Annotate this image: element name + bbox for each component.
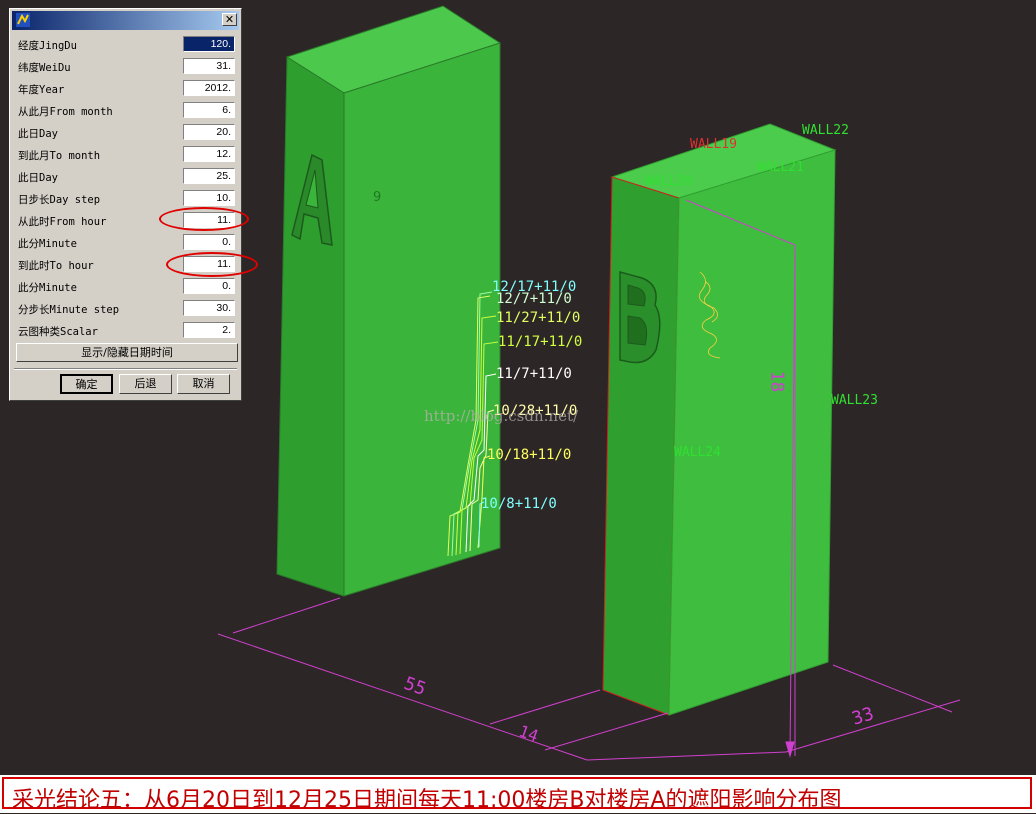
field-label: 此分Minute bbox=[18, 282, 77, 294]
caption-border: 采光结论五：从6月20日到12月25日期间每天11:00楼房B对楼房A的遮阳影响… bbox=[2, 777, 1032, 813]
cancel-button[interactable]: 取消 bbox=[177, 374, 230, 394]
field-label: 云图种类Scalar bbox=[18, 326, 98, 338]
day-step-input[interactable]: 10. bbox=[183, 190, 235, 206]
from-hour-highlight bbox=[159, 207, 249, 231]
field-label: 到此时To hour bbox=[18, 260, 94, 272]
field-label: 从此时From hour bbox=[18, 216, 107, 228]
to-day-input[interactable]: 25. bbox=[183, 168, 235, 184]
scalar-input[interactable]: 2. bbox=[183, 322, 235, 338]
latitude-input[interactable]: 31. bbox=[183, 58, 235, 74]
to-minute-input[interactable]: 0. bbox=[183, 278, 235, 294]
shadow-label: 11/27+11/0 bbox=[496, 310, 581, 326]
shadow-label: 10/18+11/0 bbox=[487, 447, 572, 463]
close-button[interactable]: ✕ bbox=[222, 13, 237, 26]
caption-text: 采光结论五：从6月20日到12月25日期间每天11:00楼房B对楼房A的遮阳影响… bbox=[12, 788, 842, 813]
wall-label-22: WALL22 bbox=[802, 123, 849, 138]
app-icon bbox=[16, 13, 30, 27]
back-button[interactable]: 后退 bbox=[119, 374, 172, 394]
field-row-longitude: 经度JingDu 120. bbox=[16, 36, 238, 54]
field-label: 纬度WeiDu bbox=[18, 62, 71, 74]
field-label: 此分Minute bbox=[18, 238, 77, 250]
ok-button[interactable]: 确定 bbox=[60, 374, 113, 394]
dimension-label-18: 18 bbox=[766, 370, 788, 393]
field-row-minute-step: 分步长Minute step 30. bbox=[16, 300, 238, 318]
to-hour-highlight bbox=[166, 252, 258, 277]
field-label: 此日Day bbox=[18, 128, 58, 140]
minute-step-input[interactable]: 30. bbox=[183, 300, 235, 316]
wall-label-21: WALL21 bbox=[757, 160, 804, 175]
shadow-label: 10/8+11/0 bbox=[481, 496, 557, 512]
field-label: 经度JingDu bbox=[18, 40, 77, 52]
field-row-year: 年度Year 2012. bbox=[16, 80, 238, 98]
year-input[interactable]: 2012. bbox=[183, 80, 235, 96]
field-label: 分步长Minute step bbox=[18, 304, 120, 316]
field-row-to-month: 到此月To month 12. bbox=[16, 146, 238, 164]
field-row-to-minute: 此分Minute 0. bbox=[16, 278, 238, 296]
field-label: 日步长Day step bbox=[18, 194, 101, 206]
field-label: 从此月From month bbox=[18, 106, 113, 118]
field-row-to-day: 此日Day 25. bbox=[16, 168, 238, 186]
field-label: 此日Day bbox=[18, 172, 58, 184]
caption-bar: 采光结论五：从6月20日到12月25日期间每天11:00楼房B对楼房A的遮阳影响… bbox=[0, 775, 1036, 813]
sun-shading-dialog: ✕ 经度JingDu 120. 纬度WeiDu 31. 年度Year 2012.… bbox=[9, 8, 242, 401]
wall-label-24: WALL24 bbox=[674, 445, 721, 460]
toggle-date-time-button[interactable]: 显示/隐藏日期时间 bbox=[16, 343, 238, 362]
field-row-from-month: 从此月From month 6. bbox=[16, 102, 238, 120]
field-label: 年度Year bbox=[18, 84, 65, 96]
field-row-scalar: 云图种类Scalar 2. bbox=[16, 322, 238, 340]
building-b bbox=[602, 123, 837, 716]
shadow-label: 11/7+11/0 bbox=[496, 366, 572, 382]
field-row-from-day: 此日Day 20. bbox=[16, 124, 238, 142]
watermark: http://blog.csdn.net/ bbox=[424, 407, 579, 425]
from-minute-input[interactable]: 0. bbox=[183, 234, 235, 250]
longitude-input[interactable]: 120. bbox=[183, 36, 235, 52]
shadow-label: 12/7+11/0 bbox=[496, 291, 572, 307]
field-label: 到此月To month bbox=[18, 150, 101, 162]
field-row-latitude: 纬度WeiDu 31. bbox=[16, 58, 238, 76]
to-month-input[interactable]: 12. bbox=[183, 146, 235, 162]
dialog-titlebar[interactable]: ✕ bbox=[12, 11, 239, 30]
wall-label-23: WALL23 bbox=[831, 393, 878, 408]
wall-label-19: WALL19 bbox=[690, 137, 737, 152]
shadow-label: 11/17+11/0 bbox=[498, 334, 583, 350]
wall-label-20: WALL20 bbox=[645, 174, 692, 189]
from-month-input[interactable]: 6. bbox=[183, 102, 235, 118]
field-row-from-minute: 此分Minute 0. bbox=[16, 234, 238, 252]
from-day-input[interactable]: 20. bbox=[183, 124, 235, 140]
building-a-mark: 9 bbox=[373, 190, 382, 205]
field-row-day-step: 日步长Day step 10. bbox=[16, 190, 238, 208]
dialog-divider bbox=[14, 368, 237, 370]
